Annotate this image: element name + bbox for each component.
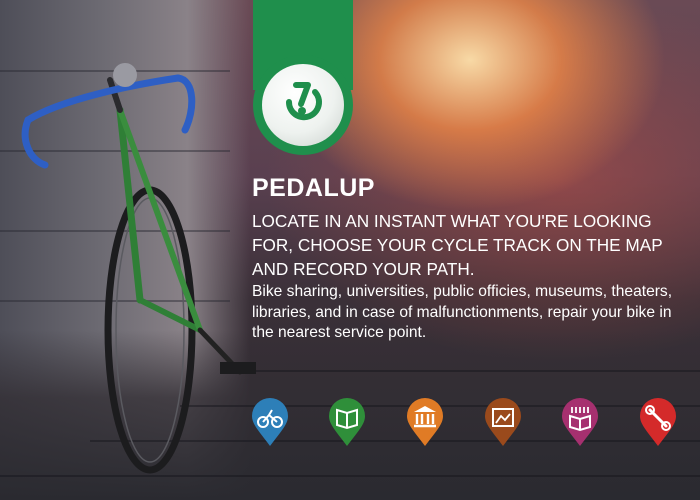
- public-office-building-icon[interactable]: [405, 398, 445, 448]
- university-book-icon[interactable]: [327, 398, 367, 448]
- museum-frame-icon[interactable]: [483, 398, 523, 448]
- repair-wrench-icon[interactable]: [638, 398, 678, 448]
- library-books-icon[interactable]: [560, 398, 600, 448]
- app-logo-badge: [253, 55, 353, 155]
- splash-screen: PEDALUP LOCATE IN AN INSTANT WHAT YOU'RE…: [0, 0, 700, 500]
- tagline: LOCATE IN AN INSTANT WHAT YOU'RE LOOKING…: [252, 211, 663, 279]
- bike-sharing-icon[interactable]: [250, 398, 290, 448]
- pedalup-logo-icon: [285, 82, 322, 121]
- bicycle-illustration: [21, 63, 256, 474]
- app-title: PEDALUP: [252, 174, 375, 202]
- description: Bike sharing, universities, public offic…: [252, 283, 673, 341]
